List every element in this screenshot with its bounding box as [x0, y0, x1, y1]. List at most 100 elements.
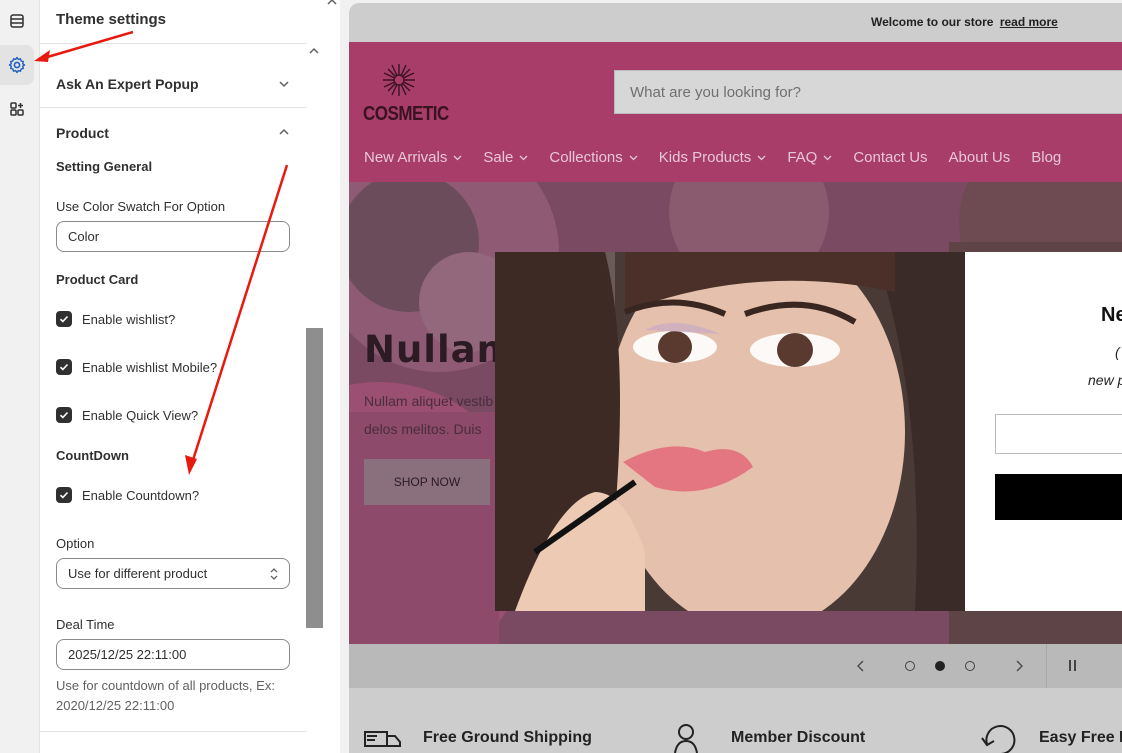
checkmark-icon	[59, 363, 69, 371]
countdown-label: Enable Countdown?	[82, 487, 200, 503]
quick-view-checkbox[interactable]	[56, 407, 72, 423]
product-card-heading: Product Card	[56, 272, 139, 287]
section-ask-expert[interactable]: Ask An Expert Popup	[56, 76, 199, 92]
nav-item-contact-us[interactable]: Contact Us	[853, 149, 927, 166]
divider	[40, 107, 307, 108]
hero-title: Nullam	[364, 328, 517, 371]
nav-item-collections[interactable]: Collections	[549, 149, 638, 166]
checkmark-icon	[59, 491, 69, 499]
nav-label: Blog	[1031, 149, 1062, 166]
read-more-link[interactable]: read more	[1000, 15, 1058, 29]
apps-button[interactable]	[2, 94, 32, 124]
chevron-down-icon	[823, 155, 832, 160]
announcement-text: Welcome to our store read more	[871, 15, 1058, 29]
pause-icon	[1069, 660, 1076, 671]
settings-gear-icon	[8, 56, 26, 74]
user-icon	[674, 724, 698, 753]
chevron-up-icon[interactable]	[307, 44, 321, 58]
nav-item-new-arrivals[interactable]: New Arrivals	[364, 149, 462, 166]
chevron-down-icon	[453, 155, 462, 160]
countdown-checkbox-row[interactable]: Enable Countdown?	[56, 487, 199, 503]
search-input[interactable]: What are you looking for?	[614, 70, 1122, 114]
swatch-input[interactable]: Color	[56, 221, 290, 252]
deal-time-help: Use for countdown of all products, Ex: 2…	[56, 678, 275, 713]
swatch-value: Color	[68, 229, 100, 244]
nav-item-kids-products[interactable]: Kids Products	[659, 149, 767, 166]
feature-discount: Member Discount	[731, 729, 866, 746]
checkmark-icon	[59, 315, 69, 323]
option-label: Option	[56, 536, 95, 551]
setting-general-heading: Setting General	[56, 159, 153, 174]
chevron-up-icon[interactable]	[326, 0, 338, 8]
chevron-down-icon	[629, 155, 638, 160]
slide-dot-active[interactable]	[935, 661, 945, 671]
hero-text-line-1: Nullam aliquet vestib	[364, 393, 494, 409]
logo-text: COSMETIC	[363, 102, 449, 125]
wishlist-mobile-label: Enable wishlist Mobile?	[82, 359, 218, 375]
announcement-bar: Welcome to our store read more	[349, 3, 1122, 42]
panel-scrollbar[interactable]	[306, 328, 323, 628]
option-value: Use for different product	[68, 566, 208, 581]
nav-label: FAQ	[787, 149, 818, 166]
deal-time-input[interactable]: 2025/12/25 22:11:00	[56, 639, 290, 670]
nav-item-sale[interactable]: Sale	[483, 149, 528, 166]
select-arrows-icon	[270, 568, 278, 580]
pause-button[interactable]	[1046, 644, 1122, 688]
countdown-heading: CountDown	[56, 448, 129, 463]
popup-subscribe-button[interactable]	[995, 474, 1122, 520]
slideshow-controls	[349, 644, 1122, 688]
wishlist-mobile-checkbox-row[interactable]: Enable wishlist Mobile?	[56, 359, 217, 375]
countdown-checkbox[interactable]	[56, 487, 72, 503]
app-window: Theme settings Ask An Expert Popup Produ…	[0, 0, 1122, 753]
chevron-up-icon[interactable]	[277, 125, 291, 139]
quick-view-label: Enable Quick View?	[82, 407, 199, 423]
store-header: COSMETIC What are you looking for? New A…	[349, 42, 1122, 182]
settings-panel: Theme settings Ask An Expert Popup Produ…	[40, 0, 340, 753]
deal-time-value: 2025/12/25 22:11:00	[68, 647, 187, 662]
nav-label: Contact Us	[853, 149, 928, 166]
popup-subtitle-2: new p	[1088, 372, 1122, 388]
feature-returns: Easy Free R	[1039, 729, 1122, 746]
main-nav: New Arrivals Sale Collections Kids Produ…	[364, 149, 1082, 166]
wishlist-mobile-checkbox[interactable]	[56, 359, 72, 375]
nav-item-blog[interactable]: Blog	[1031, 149, 1061, 166]
popup-subtitle-1: (	[1115, 344, 1120, 360]
wishlist-checkbox-row[interactable]: Enable wishlist?	[56, 311, 175, 327]
truck-icon	[364, 731, 401, 747]
announcement-message: Welcome to our store	[871, 15, 994, 29]
section-product[interactable]: Product	[56, 125, 109, 141]
popup-title: Ne	[1101, 304, 1122, 326]
popup-email-input[interactable]	[995, 414, 1122, 454]
apps-blocks-icon	[10, 102, 24, 116]
sections-icon	[10, 14, 24, 28]
slide-dot[interactable]	[905, 661, 915, 671]
nav-label: Sale	[483, 149, 514, 166]
quick-view-checkbox-row[interactable]: Enable Quick View?	[56, 407, 198, 423]
checkmark-icon	[59, 411, 69, 419]
panel-title: Theme settings	[56, 11, 167, 28]
popup-model-image	[495, 252, 965, 611]
nav-item-about-us[interactable]: About Us	[949, 149, 1011, 166]
sections-button[interactable]	[2, 6, 32, 36]
search-placeholder: What are you looking for?	[630, 83, 801, 101]
slide-dot[interactable]	[965, 661, 975, 671]
chevron-right-icon[interactable]	[1015, 660, 1023, 672]
divider	[40, 731, 307, 732]
chevron-down-icon	[757, 155, 766, 160]
model-portrait-image	[495, 252, 965, 611]
swatch-label: Use Color Swatch For Option	[56, 199, 226, 214]
store-preview: Welcome to our store read more COSMETIC …	[349, 3, 1122, 753]
chevron-down-icon[interactable]	[277, 77, 291, 91]
chevron-left-icon[interactable]	[857, 660, 865, 672]
nav-label: New Arrivals	[364, 149, 448, 166]
divider	[40, 43, 307, 44]
return-arrow-icon	[981, 725, 1016, 753]
option-select[interactable]: Use for different product	[56, 558, 290, 589]
hero-text-line-2: delos melitos. Duis	[364, 421, 482, 437]
feature-shipping: Free Ground Shipping	[423, 729, 592, 746]
shop-now-button[interactable]: SHOP NOW	[364, 459, 490, 505]
theme-settings-button[interactable]	[0, 45, 34, 85]
deal-time-label: Deal Time	[56, 617, 115, 632]
wishlist-checkbox[interactable]	[56, 311, 72, 327]
nav-item-faq[interactable]: FAQ	[787, 149, 832, 166]
